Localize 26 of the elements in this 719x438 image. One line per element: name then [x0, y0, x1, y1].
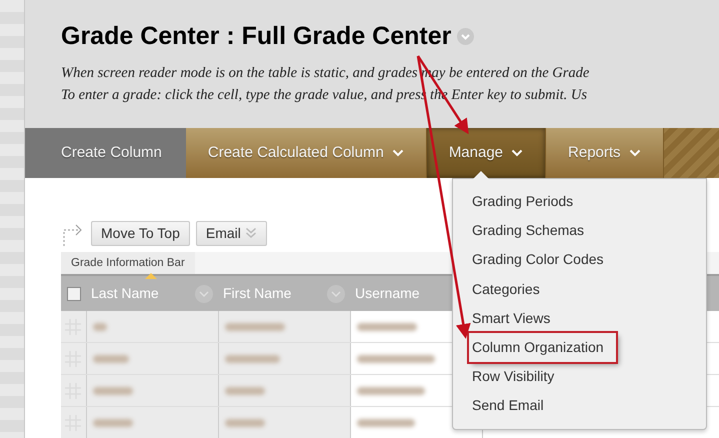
toolbar-button[interactable]: Move To Top [91, 220, 190, 246]
caret-icon [244, 227, 257, 239]
menu-item[interactable]: Grading Schemas [469, 218, 588, 244]
chevron-icon [327, 284, 345, 302]
caret-icon [392, 149, 404, 157]
select-all-checkbox[interactable] [67, 286, 81, 300]
menu-item[interactable]: Send Email [469, 393, 547, 418]
row-handle[interactable] [61, 407, 87, 438]
row-handle[interactable] [61, 343, 87, 374]
info-bar-tab[interactable]: Grade Information Bar [61, 252, 195, 274]
chevron-icon [195, 284, 213, 302]
page-title: Grade Center : Full Grade Center [61, 21, 452, 52]
menu-item[interactable]: Categories [469, 276, 543, 302]
menu-item[interactable]: Grading Periods [469, 189, 576, 214]
row-handle[interactable] [61, 375, 87, 406]
menu-item[interactable]: Smart Views [469, 306, 554, 331]
chevron-icon [457, 28, 474, 46]
caret-icon [511, 149, 524, 157]
caret-icon [628, 149, 641, 157]
nav-tab[interactable]: Manage [426, 128, 546, 178]
row-handle[interactable] [61, 311, 87, 342]
menu-item[interactable]: Grading Color Codes [469, 247, 607, 272]
nav-tab[interactable]: Create Column [25, 128, 186, 178]
toolbar-button[interactable]: Email [196, 220, 267, 246]
menu-item[interactable]: Column Organization [469, 333, 616, 362]
menu-item[interactable]: Row Visibility [469, 364, 558, 390]
